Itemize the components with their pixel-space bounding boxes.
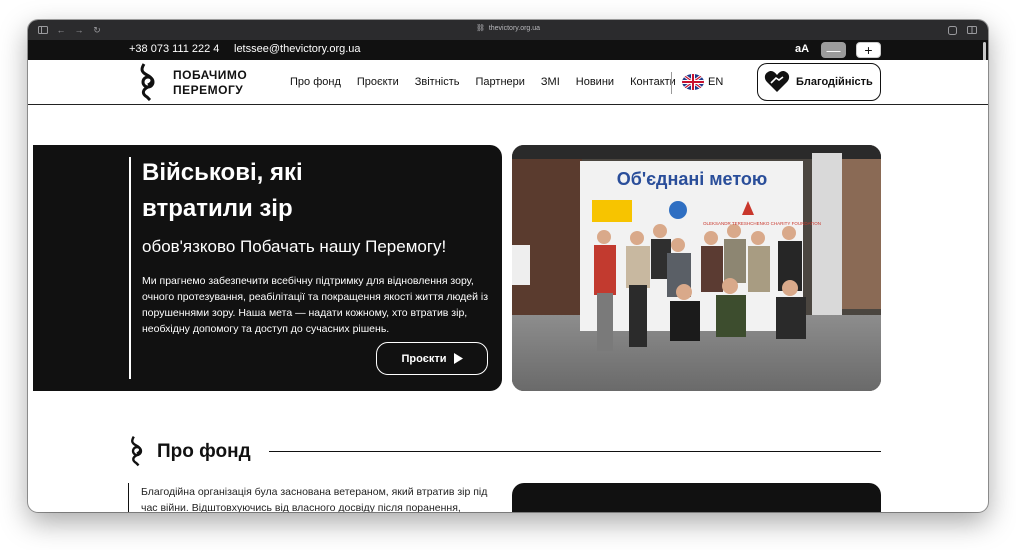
about-title: Про фонд [157,441,251,462]
sidebar-toggle-icon[interactable] [37,24,49,36]
hero-accent-line [129,157,131,379]
back-arrow-icon[interactable]: ← [55,24,67,36]
about-divider [269,451,881,452]
nav-item-projects[interactable]: Проєкти [357,76,399,88]
address-bar[interactable]: ⛓ thevictory.org.ua [475,24,541,33]
nav-item-about[interactable]: Про фонд [290,76,341,88]
nav-item-media[interactable]: ЗМІ [541,76,560,88]
contact-strip: +38 073 111 222 4 letssee@thevictory.org… [28,40,988,60]
nav-divider [671,72,672,94]
about-logo-icon [131,435,143,467]
link-icon: ⛓ [475,25,485,32]
nav-item-news[interactable]: Новини [576,76,614,88]
logo-line-1: ПОБАЧИМО [173,68,248,82]
charity-button[interactable]: Благодійність [757,63,881,101]
forward-arrow-icon[interactable]: → [73,24,85,36]
decrease-font-button[interactable]: — [821,42,846,58]
address-bar-url: thevictory.org.ua [488,24,541,32]
hero-title: Військові, які втратили зір [142,159,303,222]
nav-item-contacts[interactable]: Контакти [630,76,676,88]
play-icon [453,353,463,364]
tabs-overview-icon[interactable] [966,24,978,36]
hero-description: Ми прагнемо забезпечити всебічну підтрим… [142,275,489,335]
share-icon[interactable] [946,24,958,36]
phone-link[interactable]: +38 073 111 222 4 [129,43,219,55]
about-media[interactable] [512,483,881,512]
nav-item-partners[interactable]: Партнери [476,76,525,88]
projects-button-label: Проєкти [401,352,447,365]
site-header: ПОБАЧИМО ПЕРЕМОГУ Про фонд Проєкти Звітн… [28,60,988,105]
logo-line-2: ПЕРЕМОГУ [173,83,244,97]
logo-mark-icon[interactable] [138,63,158,101]
main-nav: Про фонд Проєкти Звітність Партнери ЗМІ … [290,76,692,88]
photo-banner-text: Об'єднані метою [617,169,768,189]
language-switch[interactable]: EN [708,76,723,88]
heart-hands-icon [764,71,790,92]
hero-photo: Об'єднані метою OLEKSANDR TERESHCHENKO C… [512,145,881,391]
about-text: Благодійна організація була заснована ве… [141,486,488,512]
hero-card: Військові, які втратили зір обов'язково … [33,145,502,391]
browser-window: ← → ↻ ⛓ thevictory.org.ua +38 073 111 22… [28,20,988,512]
browser-toolbar: ← → ↻ ⛓ thevictory.org.ua [28,20,988,40]
projects-button[interactable]: Проєкти [376,342,488,375]
about-accent-line [128,483,129,512]
hero-subtitle: обов'язково Побачать нашу Перемогу! [142,237,447,256]
email-link[interactable]: letssee@thevictory.org.ua [234,43,361,55]
font-size-label: aA [795,43,810,55]
logo-text[interactable]: ПОБАЧИМО ПЕРЕМОГУ [173,68,247,98]
charity-button-label: Благодійність [796,76,873,88]
nav-item-reports[interactable]: Звітність [415,76,460,88]
photo-sponsor-text: OLEKSANDR TERESHCHENKO CHARITY FOUNDATIO… [703,221,821,226]
reload-icon[interactable]: ↻ [91,24,103,36]
uk-flag-icon[interactable] [682,74,704,90]
increase-font-button[interactable]: + [856,42,881,58]
